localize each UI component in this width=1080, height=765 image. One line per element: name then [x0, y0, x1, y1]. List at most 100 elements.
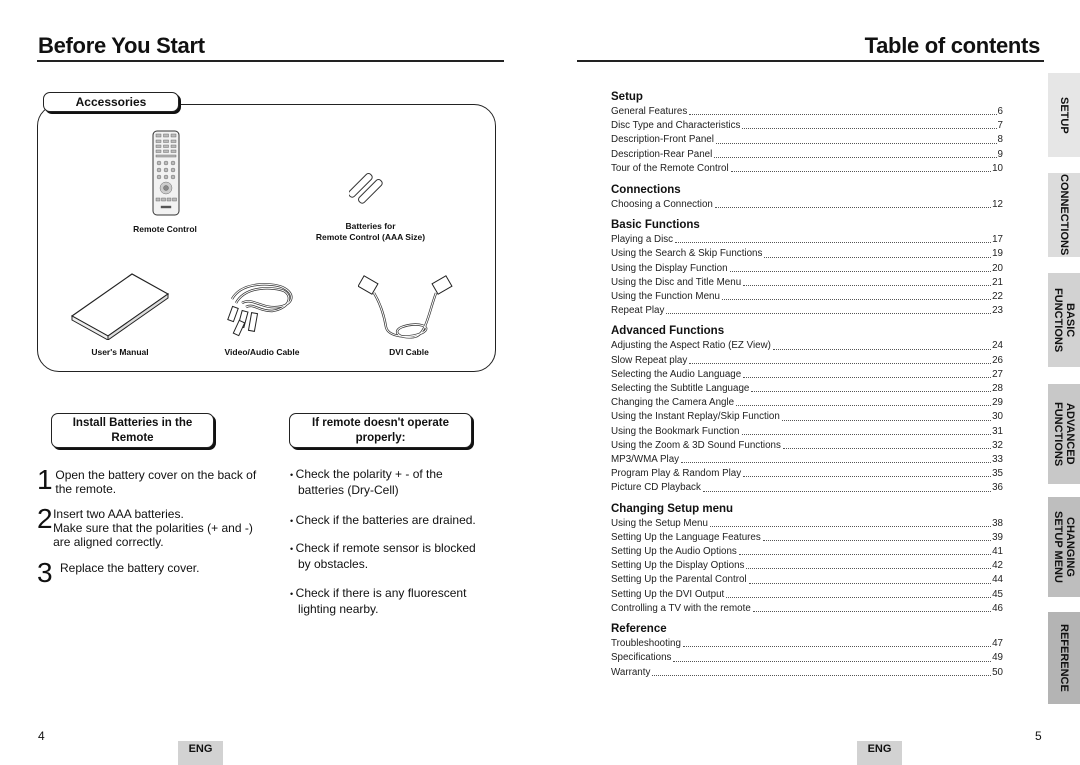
toc-entry-title: Using the Display Function	[611, 262, 728, 274]
toc-leader-dots	[764, 247, 992, 258]
troubleshoot-bullet: Check if there is any fluorescent lighti…	[290, 586, 490, 617]
language-badge-right: ENG	[857, 741, 902, 765]
toc-entry-page: 10	[992, 162, 1003, 174]
accessories-heading: Accessories	[43, 92, 179, 112]
toc-entry[interactable]: Using the Display Function 20	[611, 262, 1003, 276]
toc-leader-dots	[782, 439, 992, 450]
toc-entry[interactable]: Setting Up the Parental Control 44	[611, 573, 1003, 587]
toc-entry[interactable]: Adjusting the Aspect Ratio (EZ View) 24	[611, 339, 1003, 353]
page-title-table-of-contents: Table of contents	[864, 33, 1041, 58]
toc-section: Basic Functions Playing a Disc 17 Using the…	[611, 217, 1003, 318]
toc-entry[interactable]: Picture CD Playback 36	[611, 481, 1003, 495]
toc-entry[interactable]: Repeat Play 23	[611, 304, 1003, 318]
toc-entry[interactable]: Using the Instant Replay/Skip Function 30	[611, 410, 1003, 424]
toc-entry[interactable]: Using the Search & Skip Functions 19	[611, 247, 1003, 261]
toc-leader-dots	[743, 467, 992, 478]
toc-entry[interactable]: Description-Front Panel 8	[611, 133, 1003, 147]
toc-entry[interactable]: Selecting the Audio Language 27	[611, 368, 1003, 382]
toc-entry-title: Setting Up the Audio Options	[611, 546, 737, 558]
toc-entry[interactable]: Specifications 49	[611, 651, 1003, 665]
toc-entry[interactable]: Selecting the Subtitle Language 28	[611, 382, 1003, 396]
toc-leader-dots	[709, 517, 992, 527]
toc-entry-title: Choosing a Connection	[611, 199, 713, 211]
troubleshoot-bullet: Check the polarity + - of the batteries …	[290, 467, 490, 498]
toc-entry[interactable]: Changing the Camera Angle 29	[611, 396, 1003, 410]
toc-leader-dots	[741, 425, 992, 435]
toc-entry-title: Description-Front Panel	[611, 134, 714, 146]
toc-entry[interactable]: Troubleshooting 47	[611, 637, 1003, 651]
toc-entry-page: 6	[997, 106, 1003, 117]
section-tab[interactable]: CONNECTIONS	[1048, 173, 1080, 257]
toc-entry-title: Setting Up the DVI Output	[611, 588, 725, 600]
toc-section: Setup General Features 6 Disc Type and Char…	[611, 89, 1003, 176]
toc-entry-page: 24	[992, 340, 1003, 352]
toc-entry-page: 50	[992, 666, 1003, 678]
toc-entry-page: 9	[997, 148, 1003, 160]
toc-entry[interactable]: Using the Function Menu 22	[611, 290, 1003, 304]
page-number-right: 5	[1035, 729, 1042, 743]
toc-entry[interactable]: Setting Up the DVI Output 45	[611, 588, 1003, 602]
toc-entry[interactable]: Using the Disc and Title Menu 21	[611, 276, 1003, 290]
toc-leader-dots	[730, 162, 992, 173]
toc-entry[interactable]: Playing a Disc 17	[611, 233, 1003, 247]
toc-entry[interactable]: Warranty 50	[611, 666, 1003, 680]
toc-entry[interactable]: Setting Up the Audio Options 41	[611, 545, 1003, 559]
section-tab[interactable]: SETUP	[1048, 73, 1080, 157]
toc-entry[interactable]: Using the Setup Menu 38	[611, 517, 1003, 531]
toc-leader-dots	[721, 290, 992, 301]
toc-entry-title: Using the Zoom & 3D Sound Functions	[611, 439, 781, 451]
toc-entry[interactable]: Disc Type and Characteristics 7	[611, 119, 1003, 133]
toc-entry[interactable]: Controlling a TV with the remote 46	[611, 602, 1003, 616]
toc-entry[interactable]: Using the Zoom & 3D Sound Functions 32	[611, 439, 1003, 453]
toc-entry-page: 47	[992, 638, 1003, 650]
toc-entry[interactable]: Tour of the Remote Control 10	[611, 162, 1003, 176]
toc-leader-dots	[702, 481, 992, 492]
toc-entry[interactable]: MP3/WMA Play 33	[611, 453, 1003, 467]
section-tab-label: REFERENCE	[1058, 624, 1070, 692]
toc-entry-page: 17	[992, 234, 1003, 246]
toc-leader-dots	[726, 588, 992, 598]
section-tab-label: ADVANCED FUNCTIONS	[1052, 401, 1076, 467]
toc-entry[interactable]: Setting Up the Language Features 39	[611, 531, 1003, 545]
toc-entry-title: Picture CD Playback	[611, 482, 701, 494]
section-tab[interactable]: ADVANCED FUNCTIONS	[1048, 384, 1080, 484]
toc-leader-dots	[681, 453, 992, 464]
toc-entry[interactable]: Using the Bookmark Function 31	[611, 425, 1003, 439]
toc-leader-dots	[748, 573, 992, 584]
section-tab-label: CONNECTIONS	[1058, 174, 1070, 256]
toc-section: Advanced Functions Adjusting the Aspect R…	[611, 323, 1003, 495]
user-manual-label: User's Manual	[91, 347, 149, 357]
toc-entry-title: Using the Disc and Title Menu	[611, 276, 742, 288]
toc-entry[interactable]: Choosing a Connection 12	[611, 198, 1003, 212]
batteries-label: Batteries for Remote Control (AAA Size)	[315, 221, 426, 242]
toc-leader-dots	[746, 559, 992, 570]
section-tab[interactable]: REFERENCE	[1048, 612, 1080, 704]
toc-entry[interactable]: Description-Rear Panel 9	[611, 148, 1003, 162]
toc-leader-dots	[742, 119, 997, 130]
toc-entry-title: Slow Repeat play	[611, 354, 688, 366]
section-tab[interactable]: BASIC FUNCTIONS	[1048, 273, 1080, 367]
toc-leader-dots	[736, 396, 992, 407]
toc-entry-title: Repeat Play	[611, 305, 665, 317]
toc-entry-title: Using the Function Menu	[611, 291, 720, 303]
toc-entry-title: General Features	[611, 106, 688, 117]
toc-leader-dots	[689, 354, 992, 364]
toc-section-heading: Setup	[611, 91, 643, 103]
toc-entry[interactable]: Slow Repeat play 26	[611, 354, 1003, 368]
toc-entry-title: MP3/WMA Play	[611, 454, 680, 466]
toc-entry[interactable]: Setting Up the Display Options 42	[611, 559, 1003, 573]
toc-entry-title: Tour of the Remote Control	[611, 162, 729, 174]
toc-entry-page: 41	[992, 546, 1003, 558]
toc-entry-title: Using the Instant Replay/Skip Function	[611, 411, 780, 423]
install-step-2: 2 Insert two AAA batteries. Make sure th…	[37, 503, 253, 550]
toc-entry-title: Playing a Disc	[611, 234, 674, 246]
toc-entry[interactable]: Program Play & Random Play 35	[611, 467, 1003, 481]
toc-entry-title: Using the Bookmark Function	[611, 425, 740, 437]
toc-leader-dots	[714, 148, 997, 158]
toc-leader-dots	[743, 276, 992, 287]
toc-entry-page: 7	[997, 120, 1003, 132]
toc-leader-dots	[682, 637, 992, 648]
toc-entry[interactable]: General Features 6	[611, 105, 1003, 119]
section-tab[interactable]: CHANGING SETUP MENU	[1048, 497, 1080, 597]
toc-entry-page: 39	[992, 531, 1003, 543]
